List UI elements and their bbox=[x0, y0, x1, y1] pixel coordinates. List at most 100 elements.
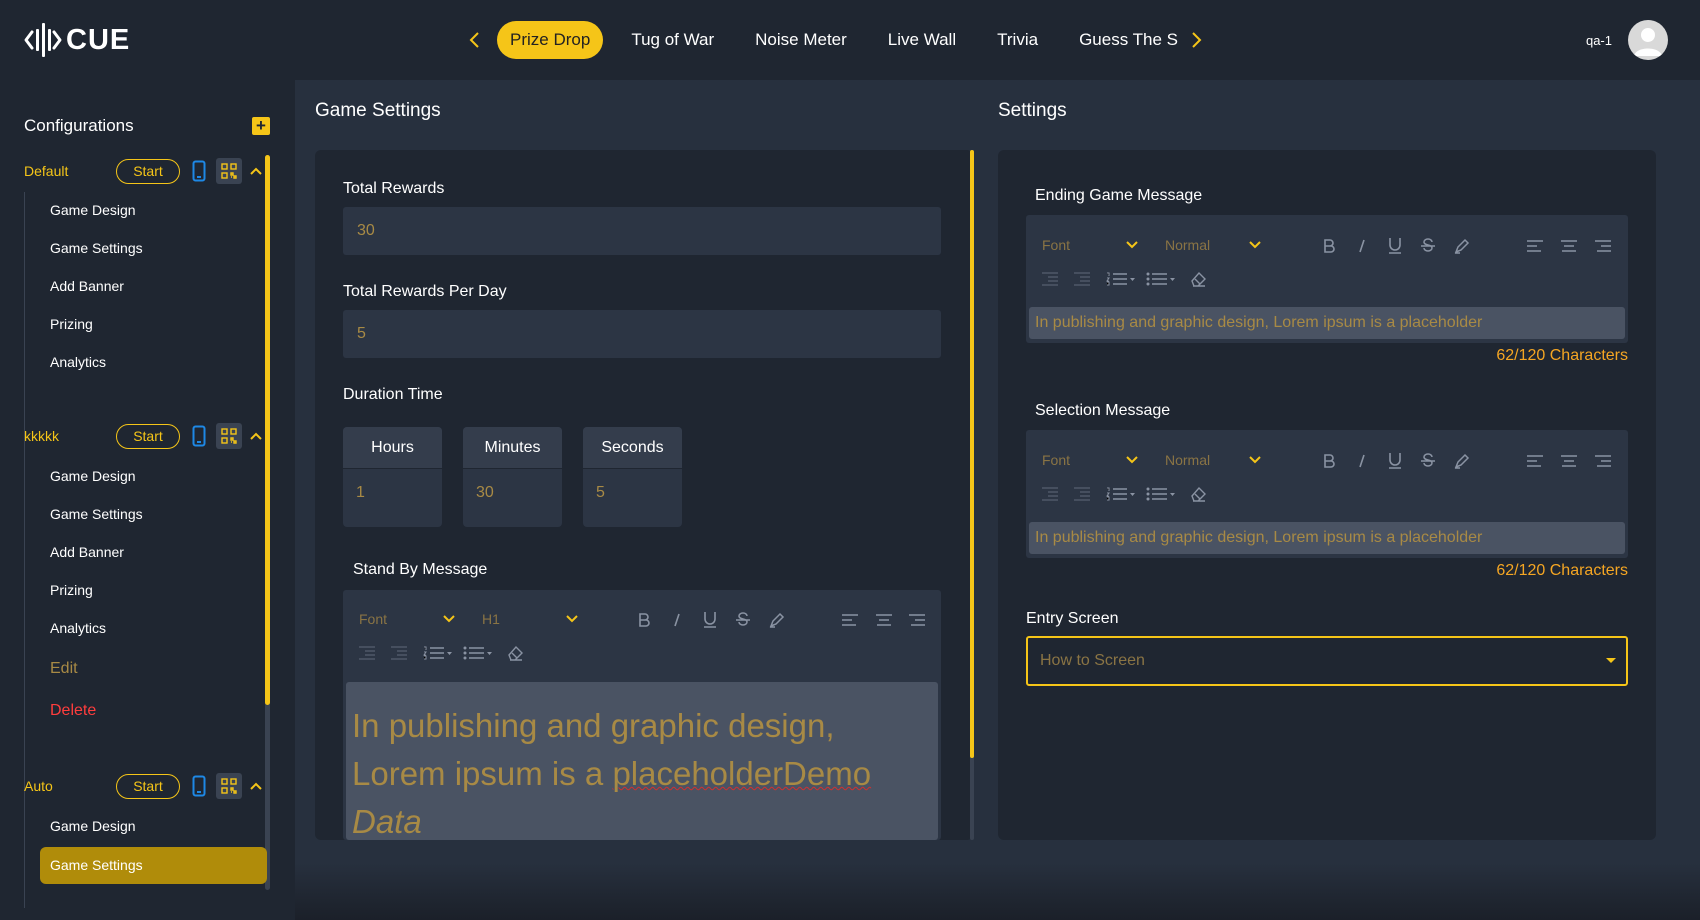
sidebar-item-edit[interactable]: Edit bbox=[50, 659, 78, 679]
ordered-list-icon[interactable] bbox=[1106, 269, 1136, 289]
mobile-preview-icon[interactable] bbox=[190, 160, 208, 182]
sidebar-item-prizing[interactable]: Prizing bbox=[50, 580, 93, 600]
indent-icon[interactable] bbox=[389, 643, 409, 663]
bold-icon[interactable] bbox=[1319, 451, 1339, 471]
outdent-icon[interactable] bbox=[1040, 269, 1060, 289]
underline-icon[interactable] bbox=[1385, 236, 1405, 256]
stand-by-text-part-c: Data bbox=[352, 803, 422, 840]
font-select[interactable]: Font bbox=[1042, 237, 1138, 253]
stand-by-message-text[interactable]: In publishing and graphic design, Lorem … bbox=[346, 682, 938, 840]
tab-noise-meter[interactable]: Noise Meter bbox=[742, 21, 860, 59]
size-select[interactable]: Normal bbox=[1165, 452, 1261, 468]
clear-format-icon[interactable] bbox=[1188, 269, 1208, 289]
tab-live-wall[interactable]: Live Wall bbox=[875, 21, 969, 59]
sidebar-item-game-design[interactable]: Game Design bbox=[50, 816, 136, 836]
bullet-list-icon[interactable] bbox=[1146, 484, 1176, 504]
ending-game-message-text[interactable]: In publishing and graphic design, Lorem … bbox=[1029, 307, 1625, 339]
clear-format-icon[interactable] bbox=[1188, 484, 1208, 504]
config-group-default[interactable]: Default Start bbox=[24, 158, 264, 184]
tab-trivia[interactable]: Trivia bbox=[984, 21, 1051, 59]
align-right-icon[interactable] bbox=[1593, 451, 1613, 471]
sidebar-scrollbar-thumb[interactable] bbox=[265, 155, 270, 705]
sidebar-item-game-settings-active[interactable]: Game Settings bbox=[40, 847, 267, 884]
highlight-icon[interactable] bbox=[767, 610, 787, 630]
align-center-icon[interactable] bbox=[1559, 451, 1579, 471]
sidebar-item-analytics[interactable]: Analytics bbox=[50, 352, 106, 372]
entry-screen-select[interactable]: How to Screen bbox=[1026, 636, 1628, 686]
tab-guess-the-score[interactable]: Guess The Sc bbox=[1066, 21, 1178, 59]
italic-icon[interactable] bbox=[667, 610, 687, 630]
bold-icon[interactable] bbox=[1319, 236, 1339, 256]
start-button[interactable]: Start bbox=[116, 158, 180, 184]
sidebar-item-add-banner[interactable]: Add Banner bbox=[50, 276, 124, 296]
ordered-list-icon[interactable] bbox=[423, 643, 453, 663]
align-right-icon[interactable] bbox=[907, 610, 927, 630]
qr-code-icon[interactable] bbox=[216, 158, 242, 184]
heading-select[interactable]: H1 bbox=[482, 611, 578, 627]
strikethrough-icon[interactable] bbox=[1418, 451, 1438, 471]
tab-prize-drop[interactable]: Prize Drop bbox=[497, 21, 604, 59]
sidebar-item-game-design[interactable]: Game Design bbox=[50, 200, 136, 220]
hours-input[interactable]: 1 bbox=[343, 469, 442, 517]
ordered-list-icon[interactable] bbox=[1106, 484, 1136, 504]
align-right-icon[interactable] bbox=[1593, 236, 1613, 256]
highlight-icon[interactable] bbox=[1452, 236, 1472, 256]
bullet-list-icon[interactable] bbox=[1146, 269, 1176, 289]
sidebar-item-game-settings[interactable]: Game Settings bbox=[50, 504, 143, 524]
app-logo[interactable]: CUE bbox=[24, 20, 130, 60]
align-left-icon[interactable] bbox=[1525, 236, 1545, 256]
indent-icon[interactable] bbox=[1072, 269, 1092, 289]
clear-format-icon[interactable] bbox=[505, 643, 525, 663]
align-center-icon[interactable] bbox=[1559, 236, 1579, 256]
minutes-input[interactable]: 30 bbox=[463, 469, 562, 517]
outdent-icon[interactable] bbox=[1040, 484, 1060, 504]
italic-icon[interactable] bbox=[1352, 236, 1372, 256]
user-menu[interactable]: qa-1 bbox=[1586, 20, 1668, 60]
highlight-icon[interactable] bbox=[1452, 451, 1472, 471]
strikethrough-icon[interactable] bbox=[1418, 236, 1438, 256]
sidebar-item-game-design[interactable]: Game Design bbox=[50, 466, 136, 486]
form-scrollbar-thumb[interactable] bbox=[970, 150, 974, 758]
config-group-kkkkk[interactable]: kkkkk Start bbox=[24, 423, 264, 449]
size-select[interactable]: Normal bbox=[1165, 237, 1261, 253]
selection-message-text[interactable]: In publishing and graphic design, Lorem … bbox=[1029, 522, 1625, 554]
qr-code-icon[interactable] bbox=[216, 773, 242, 799]
align-left-icon[interactable] bbox=[840, 610, 860, 630]
nav-prev-button[interactable] bbox=[461, 20, 487, 60]
font-select[interactable]: Font bbox=[1042, 452, 1138, 468]
total-rewards-input[interactable]: 30 bbox=[343, 207, 941, 255]
nav-next-button[interactable] bbox=[1184, 20, 1210, 60]
config-group-name: Auto bbox=[24, 778, 53, 794]
italic-icon[interactable] bbox=[1352, 451, 1372, 471]
bold-icon[interactable] bbox=[634, 610, 654, 630]
sidebar-item-analytics[interactable]: Analytics bbox=[50, 618, 106, 638]
start-button[interactable]: Start bbox=[116, 423, 180, 449]
collapse-chevron-icon[interactable] bbox=[248, 163, 264, 179]
collapse-chevron-icon[interactable] bbox=[248, 428, 264, 444]
mobile-preview-icon[interactable] bbox=[190, 425, 208, 447]
sidebar-item-add-banner[interactable]: Add Banner bbox=[50, 542, 124, 562]
total-rewards-per-day-input[interactable]: 5 bbox=[343, 310, 941, 358]
sidebar-item-prizing[interactable]: Prizing bbox=[50, 314, 93, 334]
sidebar-item-game-settings[interactable]: Game Settings bbox=[50, 238, 143, 258]
start-button[interactable]: Start bbox=[116, 773, 180, 799]
indent-icon[interactable] bbox=[1072, 484, 1092, 504]
mobile-preview-icon[interactable] bbox=[190, 775, 208, 797]
tab-tug-of-war[interactable]: Tug of War bbox=[618, 21, 727, 59]
qr-code-icon[interactable] bbox=[216, 423, 242, 449]
add-configuration-button[interactable]: + bbox=[252, 117, 270, 135]
strikethrough-icon[interactable] bbox=[733, 610, 753, 630]
collapse-chevron-icon[interactable] bbox=[248, 778, 264, 794]
seconds-input[interactable]: 5 bbox=[583, 469, 682, 517]
outdent-icon[interactable] bbox=[357, 643, 377, 663]
underline-icon[interactable] bbox=[700, 610, 720, 630]
align-center-icon[interactable] bbox=[874, 610, 894, 630]
sidebar-item-delete[interactable]: Delete bbox=[50, 701, 96, 721]
config-group-auto[interactable]: Auto Start bbox=[24, 773, 264, 799]
font-select[interactable]: Font bbox=[359, 611, 455, 627]
align-left-icon[interactable] bbox=[1525, 451, 1545, 471]
font-select-value: Font bbox=[1042, 452, 1071, 468]
avatar[interactable] bbox=[1628, 20, 1668, 60]
bullet-list-icon[interactable] bbox=[463, 643, 493, 663]
underline-icon[interactable] bbox=[1385, 451, 1405, 471]
